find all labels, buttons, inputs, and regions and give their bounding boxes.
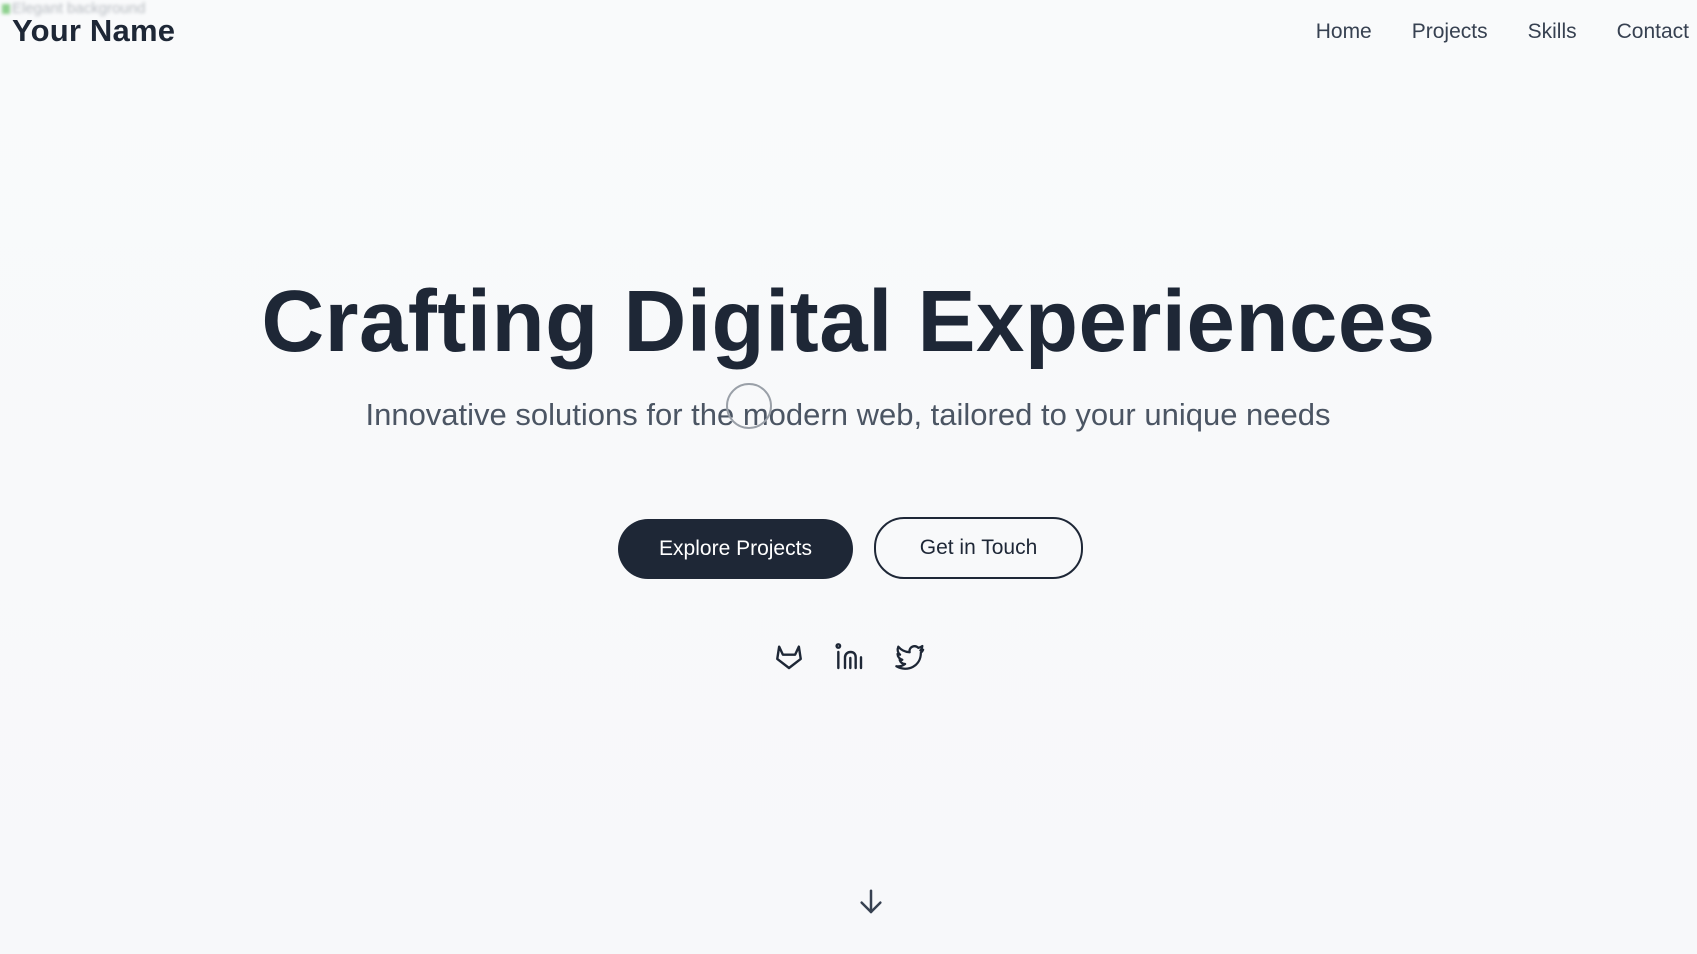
nav-link-contact[interactable]: Contact bbox=[1617, 20, 1689, 44]
nav-link-skills[interactable]: Skills bbox=[1528, 20, 1577, 44]
social-links bbox=[773, 640, 925, 672]
arrow-down-icon[interactable] bbox=[856, 886, 886, 918]
gitlab-link[interactable] bbox=[773, 640, 805, 672]
gitlab-icon bbox=[776, 645, 802, 670]
page: Elegant background Your Name Home Projec… bbox=[0, 0, 1697, 954]
hero-subtitle: Innovative solutions for the modern web,… bbox=[365, 397, 1331, 432]
site-logo[interactable]: Your Name bbox=[12, 13, 175, 49]
nav-link-home[interactable]: Home bbox=[1316, 20, 1372, 44]
broken-image-icon bbox=[2, 4, 10, 15]
cursor-ring bbox=[726, 383, 772, 429]
explore-projects-button[interactable]: Explore Projects bbox=[618, 519, 853, 579]
linkedin-link[interactable] bbox=[833, 640, 865, 672]
get-in-touch-button[interactable]: Get in Touch bbox=[874, 517, 1083, 579]
twitter-icon bbox=[895, 644, 925, 670]
nav-link-projects[interactable]: Projects bbox=[1412, 20, 1488, 44]
twitter-link[interactable] bbox=[893, 640, 925, 672]
hero-title: Crafting Digital Experiences bbox=[261, 273, 1436, 370]
linkedin-icon bbox=[835, 643, 863, 670]
main-nav: Home Projects Skills Contact bbox=[1316, 20, 1689, 44]
